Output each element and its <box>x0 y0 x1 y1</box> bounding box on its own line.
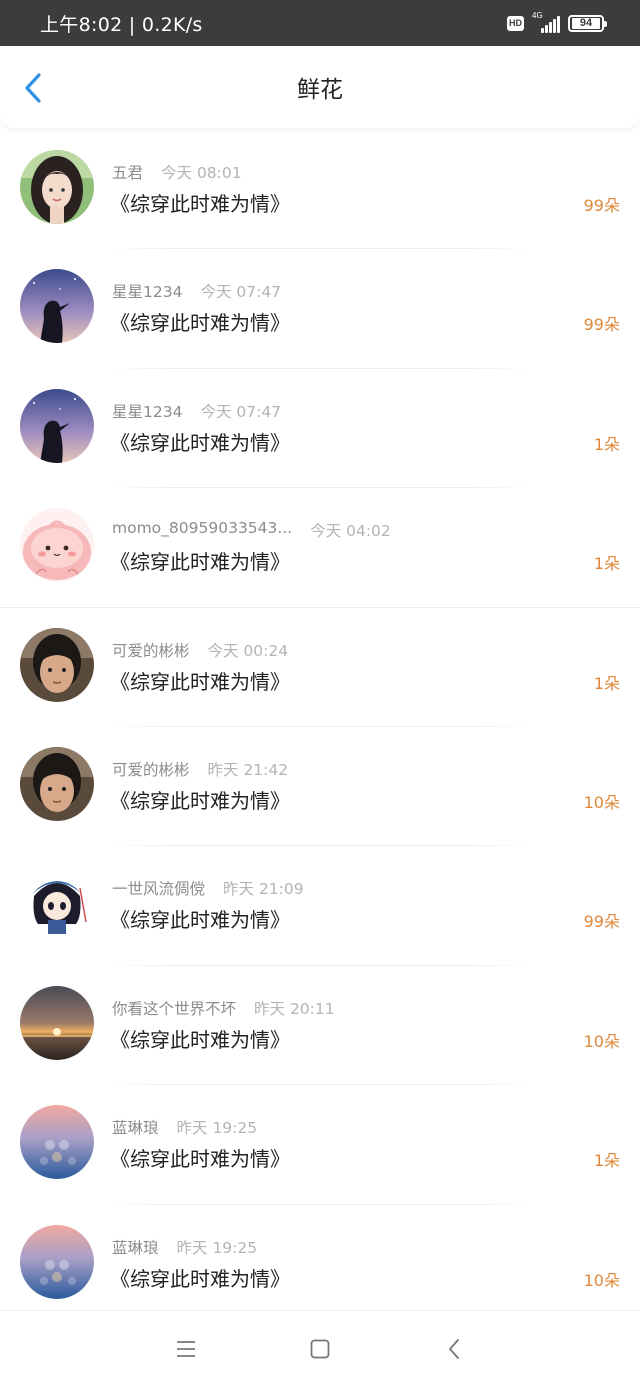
book-title: 《综穿此时难为情》 <box>110 192 290 216</box>
item-meta: 可爱的彬彬 今天 00:24 <box>112 639 288 661</box>
book-title: 《综穿此时难为情》 <box>110 1266 290 1291</box>
flower-count: 99朵 <box>583 315 620 335</box>
home-icon <box>310 1339 330 1359</box>
network-type: 4G <box>532 11 543 20</box>
system-back-button[interactable] <box>439 1334 469 1364</box>
item-meta: 星星1234 今天 07:47 <box>112 280 281 302</box>
timestamp: 昨天 20:11 <box>254 999 335 1018</box>
battery-icon: 94 <box>568 14 607 32</box>
book-title: 《综穿此时难为情》 <box>110 788 290 813</box>
avatar[interactable] <box>20 150 94 224</box>
item-meta: 星星1234 今天 07:47 <box>112 400 281 422</box>
flower-count: 10朵 <box>583 1031 620 1051</box>
avatar[interactable] <box>20 269 94 344</box>
page-title: 鲜花 <box>297 77 343 103</box>
username: 星星1234 <box>112 283 183 302</box>
flower-count: 1朵 <box>593 673 620 693</box>
avatar[interactable] <box>20 866 94 941</box>
back-button[interactable] <box>18 72 50 104</box>
timestamp: 今天 08:01 <box>161 164 242 182</box>
system-nav-bar <box>0 1310 640 1387</box>
signal-icon: 4G <box>532 11 560 33</box>
chevron-left-icon <box>25 73 41 103</box>
flower-count: 99朵 <box>583 196 620 215</box>
list-item[interactable]: 可爱的彬彬 今天 00:24 《综穿此时难为情》 1朵 <box>0 608 640 727</box>
username: 你看这个世界不坏 <box>112 999 237 1018</box>
item-meta: 蓝琳琅 昨天 19:25 <box>112 1236 257 1258</box>
book-title: 《综穿此时难为情》 <box>110 669 290 694</box>
timestamp: 今天 00:24 <box>207 641 289 660</box>
timestamp: 昨天 21:09 <box>223 880 304 899</box>
list-item[interactable]: 可爱的彬彬 昨天 21:42 《综穿此时难为情》 10朵 <box>0 727 640 847</box>
status-icons: HD 4G 94 <box>507 11 607 33</box>
avatar[interactable] <box>20 985 94 1060</box>
timestamp: 今天 07:47 <box>200 402 282 421</box>
username: 星星1234 <box>112 402 183 421</box>
flower-count: 10朵 <box>583 1270 620 1290</box>
avatar[interactable] <box>20 508 94 583</box>
menu-icon <box>177 1341 195 1357</box>
book-title: 《综穿此时难为情》 <box>110 550 290 575</box>
timestamp: 昨天 19:25 <box>176 1238 258 1257</box>
book-title: 《综穿此时难为情》 <box>110 908 290 933</box>
list-item[interactable]: 五君 今天 08:01 《综穿此时难为情》 99朵 <box>0 130 640 250</box>
username: 蓝琳琅 <box>112 1238 159 1257</box>
item-meta: 蓝琳琅 昨天 19:25 <box>112 1116 257 1138</box>
timestamp: 今天 04:02 <box>310 522 391 541</box>
item-meta: 一世风流倜傥 昨天 21:09 <box>112 877 304 899</box>
avatar[interactable] <box>20 388 94 463</box>
book-title: 《综穿此时难为情》 <box>110 1027 290 1052</box>
book-title: 《综穿此时难为情》 <box>110 430 290 455</box>
status-time-speed: 上午8:02 | 0.2K/s <box>40 13 203 36</box>
username: 可爱的彬彬 <box>112 760 190 779</box>
home-button[interactable] <box>305 1334 335 1364</box>
book-title: 《综穿此时难为情》 <box>110 1147 290 1172</box>
battery-level: 94 <box>572 17 600 29</box>
flower-count: 1朵 <box>593 554 620 574</box>
timestamp: 昨天 21:42 <box>207 760 289 779</box>
status-bar: 上午8:02 | 0.2K/s HD 4G 94 <box>0 0 640 46</box>
avatar[interactable] <box>20 627 94 702</box>
flower-count: 99朵 <box>583 912 620 932</box>
item-meta: 你看这个世界不坏 昨天 20:11 <box>112 997 335 1019</box>
list-item[interactable]: 蓝琳琅 昨天 19:25 《综穿此时难为情》 10朵 <box>0 1205 640 1324</box>
username: 蓝琳琅 <box>112 1119 159 1138</box>
flower-count: 1朵 <box>593 434 620 454</box>
item-meta: 可爱的彬彬 昨天 21:42 <box>112 758 288 780</box>
hd-icon: HD <box>507 15 524 31</box>
timestamp: 今天 07:47 <box>200 283 282 302</box>
list-item[interactable]: 一世风流倜傥 昨天 21:09 《综穿此时难为情》 99朵 <box>0 846 640 966</box>
list-item[interactable]: momo_80959033543... 今天 04:02 《综穿此时难为情》 1… <box>0 488 640 608</box>
back-icon <box>449 1339 459 1359</box>
username: momo_80959033543... <box>112 519 293 538</box>
avatar[interactable] <box>20 1224 94 1299</box>
timestamp: 昨天 19:25 <box>176 1119 258 1138</box>
flower-count: 10朵 <box>583 792 620 812</box>
flower-count: 1朵 <box>593 1151 620 1171</box>
list-item[interactable]: 你看这个世界不坏 昨天 20:11 《综穿此时难为情》 10朵 <box>0 966 640 1086</box>
username: 一世风流倜傥 <box>112 880 206 899</box>
flower-list: 五君 今天 08:01 《综穿此时难为情》 99朵 星星1234 今天 07:4… <box>0 130 640 1324</box>
list-item[interactable]: 星星1234 今天 07:47 《综穿此时难为情》 1朵 <box>0 369 640 489</box>
username: 五君 <box>112 164 144 182</box>
avatar[interactable] <box>20 746 94 821</box>
list-item[interactable]: 星星1234 今天 07:47 《综穿此时难为情》 99朵 <box>0 249 640 369</box>
list-item[interactable]: 蓝琳琅 昨天 19:25 《综穿此时难为情》 1朵 <box>0 1085 640 1205</box>
header: 鲜花 <box>0 46 640 128</box>
avatar[interactable] <box>20 1105 94 1180</box>
book-title: 《综穿此时难为情》 <box>110 311 290 336</box>
menu-button[interactable] <box>171 1334 201 1364</box>
username: 可爱的彬彬 <box>112 641 190 660</box>
item-meta: momo_80959033543... 今天 04:02 <box>112 519 391 541</box>
item-meta: 五君 今天 08:01 <box>112 161 242 183</box>
